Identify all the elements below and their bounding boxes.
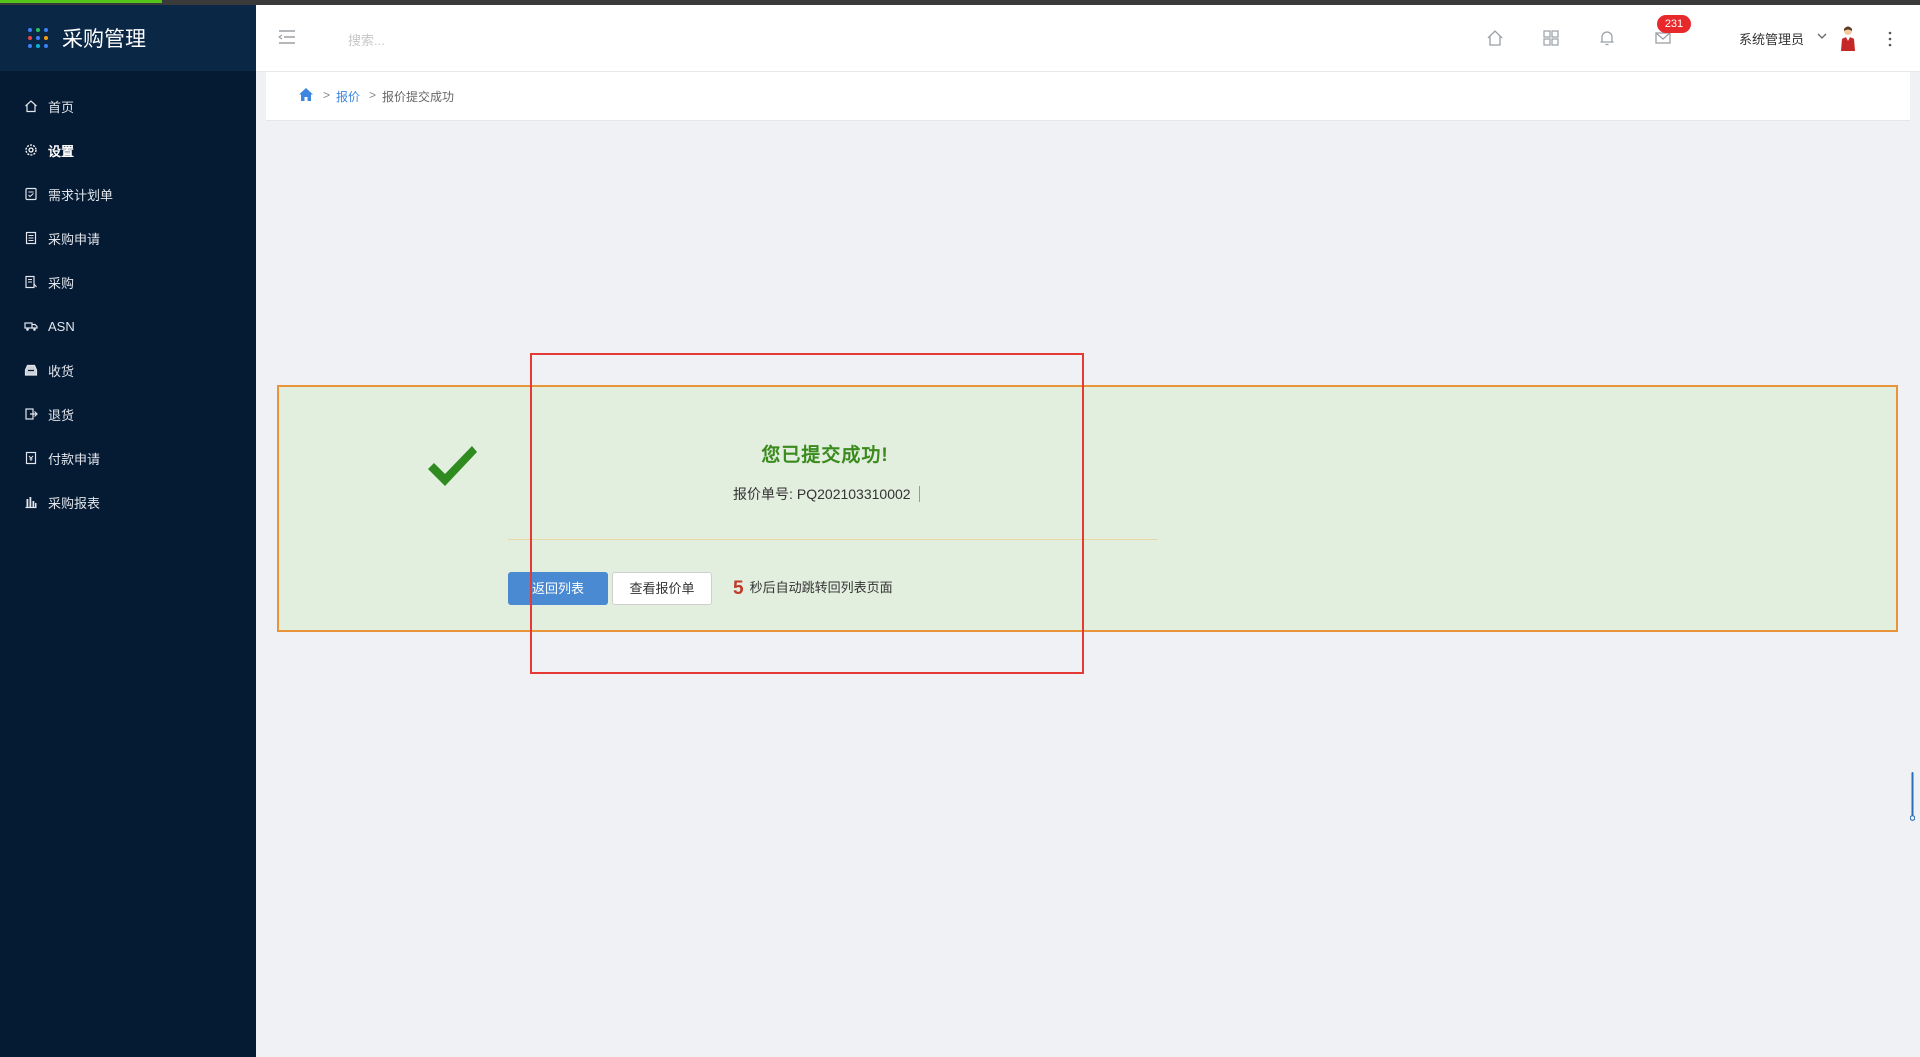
menu-collapse-icon[interactable]	[278, 29, 296, 45]
sidebar-item-6[interactable]: 收货	[0, 348, 256, 392]
sidebar-item-1[interactable]: 设置	[0, 128, 256, 172]
sidebar-item-label: 需求计划单	[48, 187, 114, 203]
sidebar-item-4[interactable]: 采购	[0, 260, 256, 304]
top-header: 231 系统管理员	[256, 5, 1920, 72]
search-input[interactable]	[346, 29, 570, 51]
home-icon[interactable]	[1485, 28, 1505, 48]
apps-grid-dot	[44, 36, 48, 40]
sidebar-item-label: 采购	[48, 275, 75, 291]
sidebar-item-label: 收货	[48, 363, 75, 379]
grid-icon[interactable]	[1541, 28, 1561, 48]
sidebar-item-label: ASN	[48, 318, 75, 334]
bar-chart-icon	[24, 495, 38, 509]
breadcrumb-separator: >	[323, 88, 331, 102]
return-icon	[24, 407, 38, 421]
chevron-down-icon[interactable]	[1817, 32, 1827, 40]
notification-badge: 231	[1657, 15, 1691, 33]
plan-icon	[24, 187, 38, 201]
sidebar-nav: 首页设置需求计划单采购申请采购 ASN 收货退货付款申请采购报表	[0, 84, 256, 524]
apps-grid-icon[interactable]	[28, 28, 48, 48]
sidebar-item-label: 设置	[48, 143, 75, 159]
breadcrumb: > 报价 > 报价提交成功	[266, 72, 1910, 121]
sidebar-item-8[interactable]: 付款申请	[0, 436, 256, 480]
apps-grid-dot	[44, 44, 48, 48]
home-icon[interactable]	[298, 87, 314, 102]
sidebar-item-3[interactable]: 采购申请	[0, 216, 256, 260]
loading-bar	[0, 0, 162, 3]
apps-grid-dot	[28, 44, 32, 48]
breadcrumb-current: 报价提交成功	[382, 90, 455, 104]
sidebar-item-9[interactable]: 采购报表	[0, 480, 256, 524]
truck-icon	[24, 319, 38, 333]
sidebar-item-7[interactable]: 退货	[0, 392, 256, 436]
sidebar-item-label: 首页	[48, 99, 75, 115]
breadcrumb-link-quote[interactable]: 报价	[336, 88, 360, 105]
sidebar-item-0[interactable]: 首页	[0, 84, 256, 128]
brand-header: 采购管理	[0, 5, 256, 71]
apps-grid-dot	[28, 28, 32, 32]
document-icon	[24, 231, 38, 245]
apps-grid-dot	[36, 36, 40, 40]
scrollbar-thumb[interactable]	[1910, 772, 1915, 822]
apps-grid-dot	[36, 28, 40, 32]
apps-grid-dot	[36, 44, 40, 48]
apps-grid-dot	[28, 36, 32, 40]
checkmark-icon	[428, 446, 477, 486]
avatar[interactable]	[1839, 25, 1857, 51]
annotation-box	[530, 353, 1084, 674]
sidebar: 采购管理 首页设置需求计划单采购申请采购 ASN 收货退货付款申请采购报表	[0, 5, 256, 1057]
user-name[interactable]: 系统管理员	[1739, 29, 1804, 48]
inbox-icon	[24, 363, 38, 377]
apps-grid-dot	[44, 28, 48, 32]
list-icon	[24, 275, 38, 289]
payment-icon	[24, 451, 38, 465]
home-icon	[24, 99, 38, 113]
app-title: 采购管理	[62, 28, 146, 51]
sidebar-item-2[interactable]: 需求计划单	[0, 172, 256, 216]
sidebar-item-5[interactable]: ASN	[0, 304, 256, 348]
gear-icon	[24, 143, 38, 157]
bell-icon[interactable]	[1597, 28, 1617, 48]
sidebar-item-label: 采购申请	[48, 231, 101, 247]
breadcrumb-separator: >	[369, 88, 377, 102]
sidebar-item-label: 采购报表	[48, 495, 101, 511]
sidebar-item-label: 退货	[48, 407, 75, 423]
sidebar-item-label: 付款申请	[48, 451, 101, 467]
more-vertical-icon[interactable]	[1884, 29, 1896, 49]
